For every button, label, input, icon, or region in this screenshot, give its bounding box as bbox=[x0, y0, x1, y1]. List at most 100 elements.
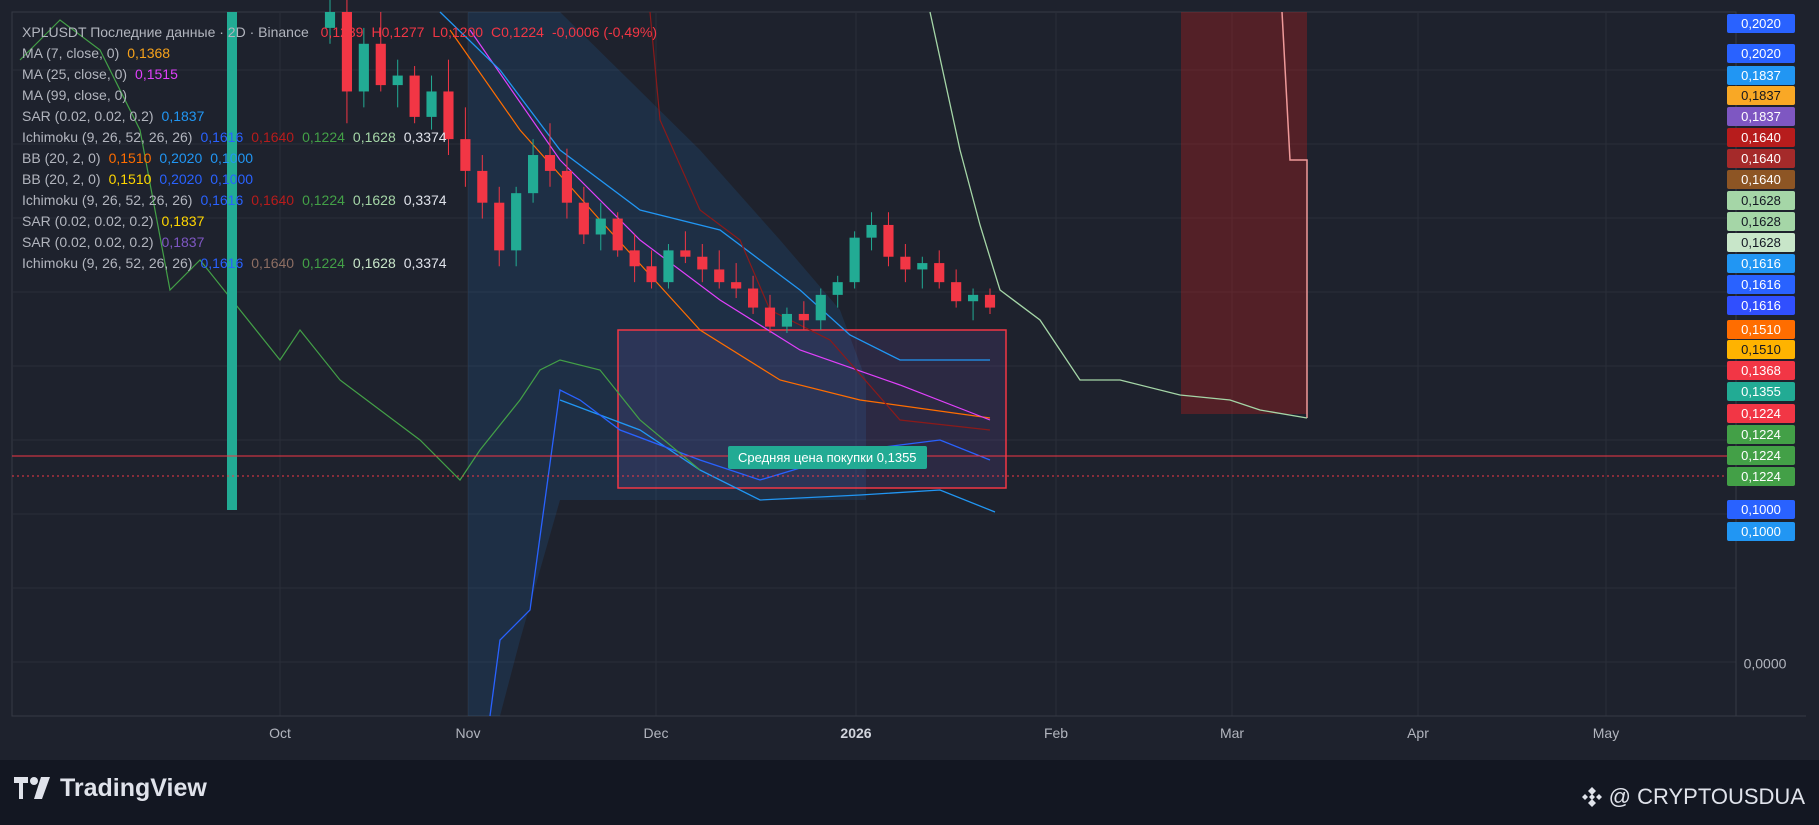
ohlc-value: 0,1239 bbox=[320, 24, 364, 40]
candle-body bbox=[984, 294, 996, 308]
legend-indicator-name: BB (20, 2, 0) bbox=[22, 171, 101, 187]
legend-row[interactable]: SAR (0.02, 0.02, 0.2) 0,1837 bbox=[22, 232, 657, 253]
binance-diamond-icon bbox=[1581, 787, 1602, 807]
tradingview-logo-text: TradingView bbox=[60, 773, 207, 802]
symbol-line: XPLUSDT Последние данные · 2D · Binance bbox=[22, 24, 309, 40]
legend-indicator-value: 0,1837 bbox=[161, 234, 205, 250]
candle-body bbox=[917, 263, 928, 270]
legend-indicator-value: 0,1640 bbox=[251, 129, 295, 145]
price-tag: 0,1355 bbox=[1727, 382, 1795, 401]
x-tick-label: May bbox=[1593, 725, 1619, 741]
ichimoku-cloud-red bbox=[1181, 12, 1307, 414]
legend-indicator-name: BB (20, 2, 0) bbox=[22, 150, 101, 166]
legend-indicator-value: 0,3374 bbox=[403, 192, 447, 208]
candle-body bbox=[866, 224, 877, 238]
ohlc-values: 0,1239 H0,1277 L0,1200 C0,1224 -0,0006 (-0,4… bbox=[313, 24, 657, 40]
avg-buy-price-label: Средняя цена покупки 0,1355 bbox=[728, 446, 927, 469]
legend-row[interactable]: SAR (0.02, 0.02, 0.2) 0,1837 bbox=[22, 106, 657, 127]
price-tag: 0,1640 bbox=[1727, 128, 1795, 147]
price-tag: 0,1224 bbox=[1727, 425, 1795, 444]
price-tag: 0,1368 bbox=[1727, 361, 1795, 380]
legend-indicator-value: 0,3374 bbox=[403, 255, 447, 271]
indicator-legend: XPLUSDT Последние данные · 2D · Binance … bbox=[22, 22, 657, 274]
ohlc-value: C0,1224 bbox=[491, 24, 544, 40]
ohlc-value: -0,0006 (-0,49%) bbox=[551, 24, 658, 40]
candle-body bbox=[714, 269, 725, 283]
legend-indicator-value: 0,3374 bbox=[403, 129, 447, 145]
candle-body bbox=[764, 307, 776, 327]
legend-indicator-name: Ichimoku (9, 26, 52, 26, 26) bbox=[22, 129, 193, 145]
legend-indicator-value: 0,2020 bbox=[159, 150, 203, 166]
legend-indicator-value: 0,1515 bbox=[135, 66, 178, 82]
candle-body bbox=[731, 282, 742, 289]
legend-indicator-name: SAR (0.02, 0.02, 0.2) bbox=[22, 213, 154, 229]
price-tag: 0,2020 bbox=[1727, 44, 1795, 63]
legend-indicator-name: MA (25, close, 0) bbox=[22, 66, 128, 82]
legend-indicator-value: 0,1368 bbox=[127, 45, 171, 61]
price-tag: 0,1224 bbox=[1727, 446, 1795, 465]
legend-indicator-name: SAR (0.02, 0.02, 0.2) bbox=[22, 234, 154, 250]
x-tick-label: Oct bbox=[269, 725, 291, 741]
legend-indicator-value: 0,1640 bbox=[251, 255, 295, 271]
x-tick-label: 2026 bbox=[840, 725, 871, 741]
candle-body bbox=[934, 263, 945, 283]
legend-indicator-value: 0,1000 bbox=[210, 150, 254, 166]
candle-body bbox=[680, 250, 691, 257]
price-tag: 0,1837 bbox=[1727, 107, 1795, 126]
price-tag: 0,1628 bbox=[1727, 191, 1795, 210]
x-tick-label: Nov bbox=[456, 725, 481, 741]
price-tag: 0,1628 bbox=[1727, 233, 1795, 252]
price-tag: 0,1000 bbox=[1727, 500, 1795, 519]
ohlc-value: H0,1277 bbox=[371, 24, 425, 40]
price-tag: 0,1224 bbox=[1727, 404, 1795, 423]
legend-indicator-value: 0,1640 bbox=[251, 192, 295, 208]
legend-indicator-name: SAR (0.02, 0.02, 0.2) bbox=[22, 108, 154, 124]
legend-indicator-value: 0,1224 bbox=[302, 129, 345, 145]
candle-body bbox=[663, 250, 674, 283]
legend-row[interactable]: Ichimoku (9, 26, 52, 26, 26) 0,1616 0,1640… bbox=[22, 127, 657, 148]
price-tag: 0,1628 bbox=[1727, 212, 1795, 231]
legend-indicator-value: 0,1837 bbox=[161, 213, 205, 229]
price-tag: 0,2020 bbox=[1727, 14, 1795, 33]
price-tag: 0,1616 bbox=[1727, 254, 1795, 273]
price-tag: 0,1837 bbox=[1727, 86, 1795, 105]
legend-row[interactable]: MA (7, close, 0) 0,1368 bbox=[22, 43, 657, 64]
candle-body bbox=[832, 282, 843, 295]
legend-indicator-value: 0,1510 bbox=[108, 171, 152, 187]
legend-indicator-value: 0,1510 bbox=[108, 150, 152, 166]
legend-row[interactable]: MA (25, close, 0) 0,1515 bbox=[22, 64, 657, 85]
candle-body bbox=[849, 237, 860, 283]
legend-indicator-name: Ichimoku (9, 26, 52, 26, 26) bbox=[22, 192, 193, 208]
watermark-text: @ CRYPTOUSDUA bbox=[1608, 784, 1805, 809]
price-tag: 0,1616 bbox=[1727, 296, 1795, 315]
x-tick-label: Dec bbox=[644, 725, 669, 741]
legend-row[interactable]: BB (20, 2, 0) 0,1510 0,2020 0,1000 bbox=[22, 169, 657, 190]
candle-body bbox=[781, 313, 792, 327]
price-tag: 0,1224 bbox=[1727, 467, 1795, 486]
symbol-header: XPLUSDT Последние данные · 2D · Binance … bbox=[22, 22, 657, 43]
legend-row[interactable]: MA (99, close, 0) bbox=[22, 85, 657, 106]
legend-row[interactable]: Ichimoku (9, 26, 52, 26, 26) 0,1616 0,1640… bbox=[22, 253, 657, 274]
candle-body bbox=[883, 224, 894, 257]
candle-body bbox=[748, 288, 759, 308]
legend-indicator-name: MA (99, close, 0) bbox=[22, 87, 128, 103]
legend-row[interactable]: Ichimoku (9, 26, 52, 26, 26) 0,1616 0,1640… bbox=[22, 190, 657, 211]
legend-indicator-name: MA (7, close, 0) bbox=[22, 45, 120, 61]
candle-body bbox=[951, 282, 962, 302]
x-tick-label: Apr bbox=[1407, 725, 1429, 741]
candle-body bbox=[697, 256, 708, 270]
price-tag: 0,1640 bbox=[1727, 170, 1795, 189]
tradingview-logo-icon bbox=[14, 777, 50, 799]
candle-body bbox=[968, 294, 979, 302]
y-tick-label: 0,0000 bbox=[1744, 656, 1787, 672]
tradingview-logo[interactable]: TradingView bbox=[14, 772, 207, 804]
ohlc-value: L0,1200 bbox=[432, 24, 484, 40]
legend-row[interactable]: BB (20, 2, 0) 0,1510 0,2020 0,1000 bbox=[22, 148, 657, 169]
candle-body bbox=[900, 256, 911, 270]
candle-body bbox=[815, 294, 826, 321]
footer bbox=[0, 760, 1819, 825]
price-tag: 0,1000 bbox=[1727, 522, 1795, 541]
price-tag: 0,1616 bbox=[1727, 275, 1795, 294]
legend-row[interactable]: SAR (0.02, 0.02, 0.2) 0,1837 bbox=[22, 211, 657, 232]
legend-indicator-name: Ichimoku (9, 26, 52, 26, 26) bbox=[22, 255, 193, 271]
